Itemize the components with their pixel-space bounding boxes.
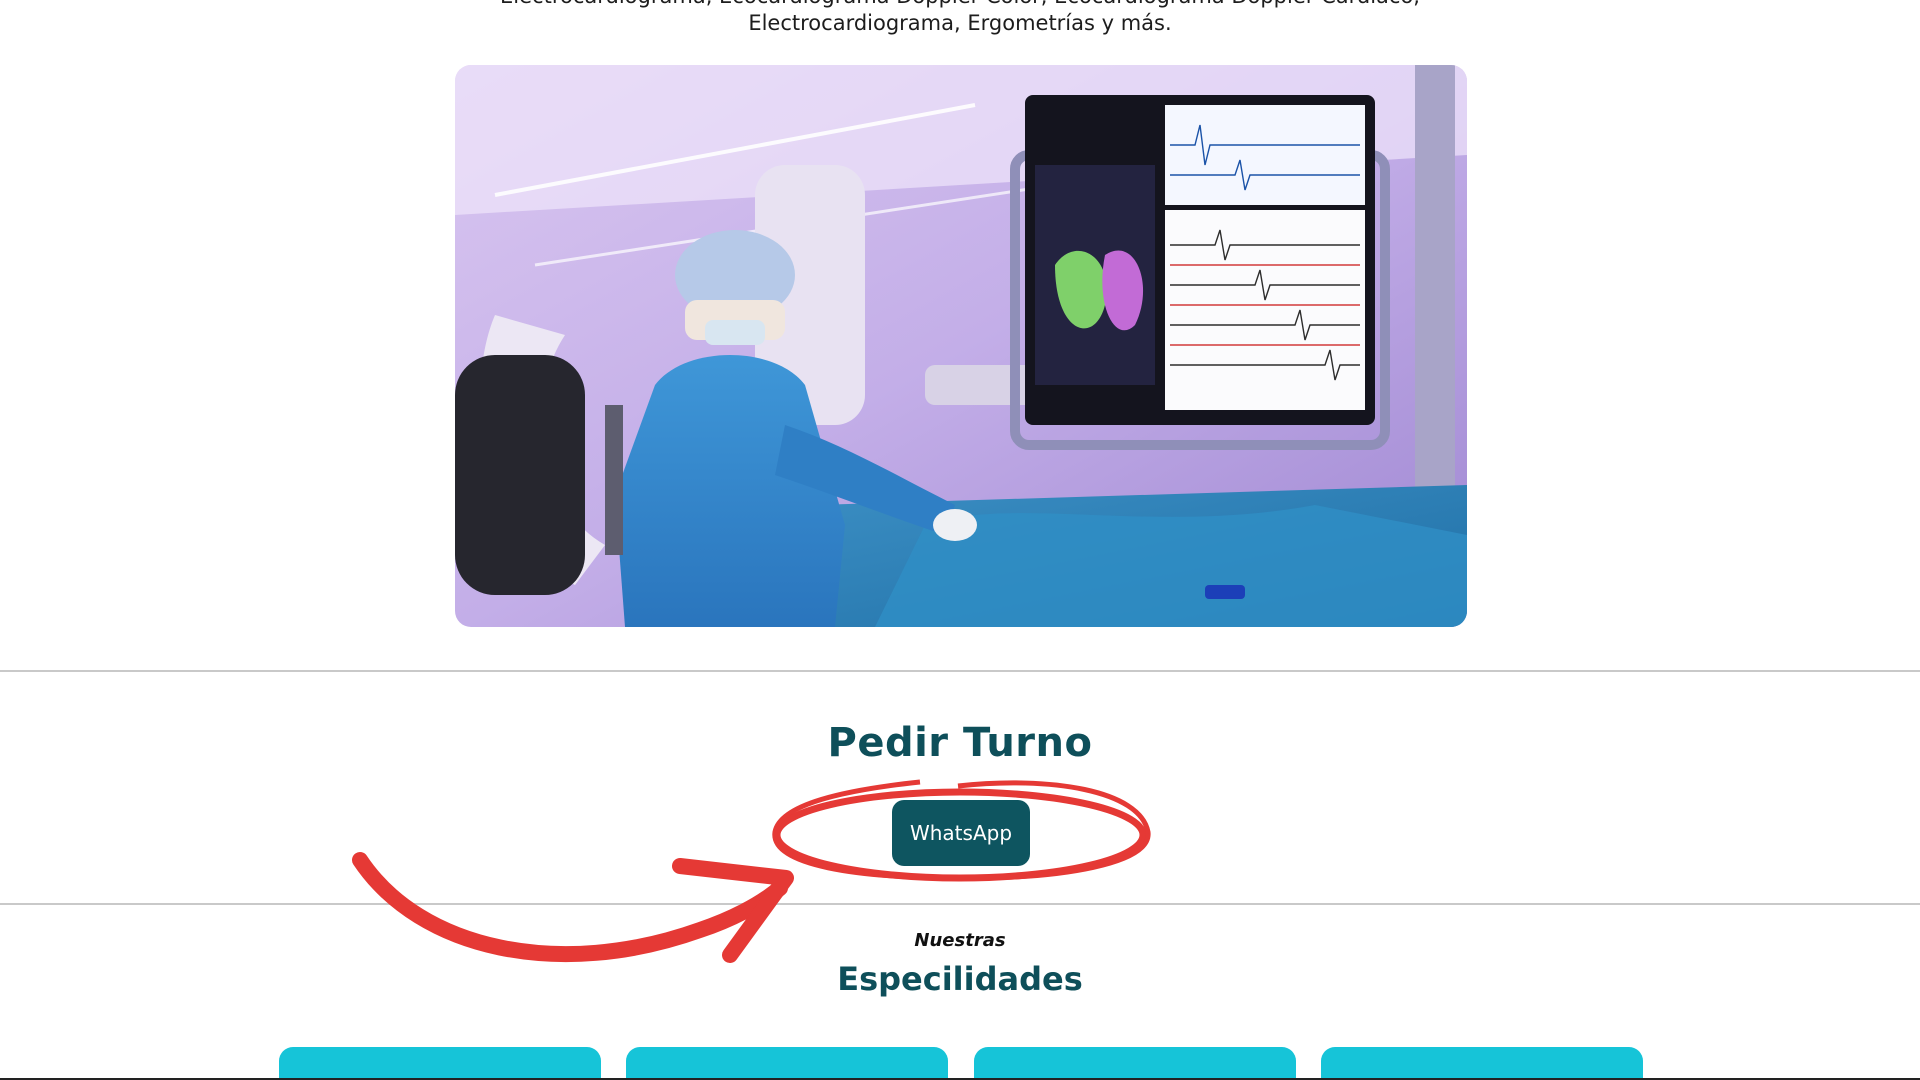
hero-photo-illustration [455,65,1467,627]
specialty-card[interactable] [279,1047,601,1080]
intro-description: Electrocardiograma, Ergometrías y más. [748,11,1172,35]
specialty-card[interactable] [626,1047,948,1080]
specialty-card[interactable] [1321,1047,1643,1080]
intro-cut-line: Electrocardiograma, Ecocardiograma Doppl… [0,0,1920,8]
booking-title: Pedir Turno [827,720,1093,766]
specialties-kicker: Nuestras [914,930,1006,951]
whatsapp-button[interactable]: WhatsApp [892,800,1030,866]
specialty-card[interactable] [974,1047,1296,1080]
hero-image [455,65,1467,627]
page: Electrocardiograma, Ecocardiograma Doppl… [0,0,1920,1080]
section-divider [0,903,1920,905]
section-divider [0,670,1920,672]
specialties-title: Especilidades [837,960,1083,998]
